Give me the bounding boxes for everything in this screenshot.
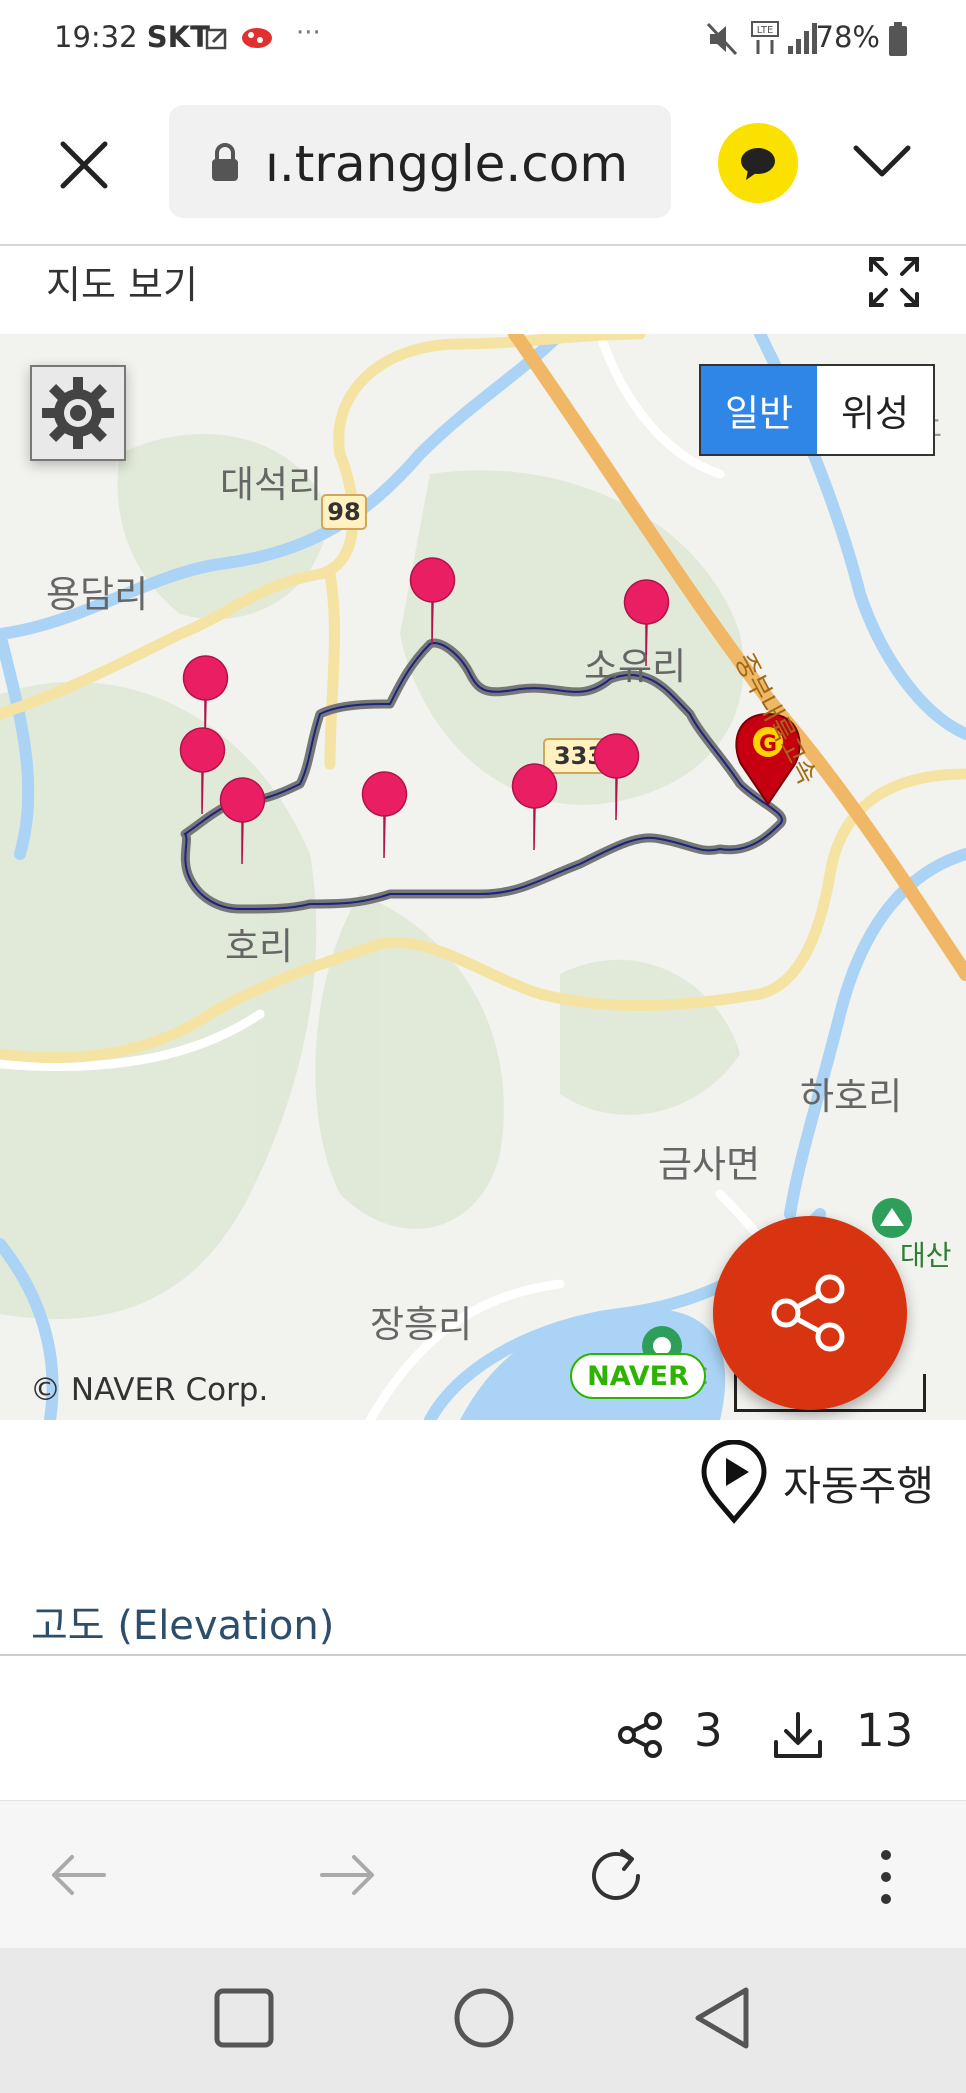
place-geumsa: 금사면 — [658, 1143, 761, 1186]
home-icon[interactable] — [452, 1986, 516, 2050]
map-settings-button[interactable] — [30, 365, 126, 461]
share-count-icon[interactable] — [616, 1710, 666, 1760]
signal-icon — [788, 23, 817, 54]
stats-row: 3 13 — [0, 1700, 966, 1766]
system-nav-bar — [0, 1948, 966, 2093]
map-type-toggle: 일반 위성 — [699, 364, 935, 456]
browser-bottom-bar — [0, 1800, 966, 1948]
map-type-normal[interactable]: 일반 — [701, 366, 817, 454]
fullscreen-icon[interactable] — [868, 256, 920, 308]
place-daeseok: 대석리 — [220, 463, 323, 506]
place-janghung: 장흥리 — [370, 1303, 473, 1346]
url-text: ı.tranggle.com — [265, 135, 629, 193]
autoplay-label: 자동주행 — [783, 1462, 934, 1510]
back-nav-icon[interactable] — [692, 1986, 752, 2050]
play-pin-icon — [701, 1440, 767, 1524]
route-map[interactable]: 98 333 G 대석리 용담리 소유리 호리 하호리 금사면 장흥리 대산 上 — [0, 334, 966, 1420]
place-haho: 하호리 — [800, 1075, 903, 1118]
map-header: 지도 보기 — [0, 246, 966, 334]
download-icon[interactable] — [772, 1710, 824, 1762]
reload-icon[interactable] — [586, 1845, 648, 1907]
forward-arrow-icon[interactable] — [318, 1853, 378, 1897]
mountain-poi-icon — [872, 1198, 912, 1238]
edit-icon — [205, 28, 227, 50]
map-type-satellite[interactable]: 위성 — [817, 366, 933, 454]
chevron-down-icon[interactable] — [852, 142, 912, 182]
share-count: 3 — [694, 1704, 723, 1757]
road-98-label: 98 — [327, 498, 360, 526]
share-button[interactable] — [713, 1216, 907, 1410]
map-copyright: © NAVER Corp. — [30, 1372, 269, 1408]
battery-icon — [889, 22, 907, 56]
address-bar[interactable]: ı.tranggle.com — [169, 105, 671, 218]
status-more: ··· — [296, 18, 321, 48]
running-shoe-icon — [242, 28, 272, 48]
map-title: 지도 보기 — [46, 263, 198, 307]
gear-icon — [42, 377, 114, 449]
elevation-title: 고도 (Elevation) — [31, 1603, 335, 1649]
divider — [0, 1654, 966, 1656]
lock-icon — [212, 143, 238, 181]
lte-icon: LTE — [751, 21, 779, 54]
back-arrow-icon[interactable] — [48, 1853, 108, 1897]
speech-bubble-icon — [741, 148, 775, 180]
naver-logo: NAVER — [570, 1353, 706, 1399]
recents-icon[interactable] — [214, 1988, 274, 2048]
svg-text:LTE: LTE — [757, 25, 774, 36]
place-hwasan: 대산 — [900, 1239, 952, 1272]
browser-toolbar: ı.tranggle.com — [0, 80, 966, 246]
place-yongdam: 용담리 — [46, 573, 149, 616]
more-menu-icon[interactable] — [876, 1849, 896, 1905]
kakao-talk-button[interactable] — [718, 123, 798, 203]
status-time: 19:32 SKT — [54, 20, 210, 54]
place-hoho-visible: 호리 — [225, 925, 294, 968]
status-bar: 19:32 SKT ··· LTE 78% — [0, 0, 966, 80]
autoplay-button[interactable]: 자동주행 — [699, 1440, 934, 1524]
battery-percent: 78% — [815, 20, 880, 54]
share-icon — [771, 1274, 845, 1352]
download-count: 13 — [856, 1704, 914, 1757]
place-soyu: 소유리 — [584, 645, 687, 688]
mute-icon — [706, 22, 738, 56]
close-icon[interactable] — [59, 140, 109, 190]
